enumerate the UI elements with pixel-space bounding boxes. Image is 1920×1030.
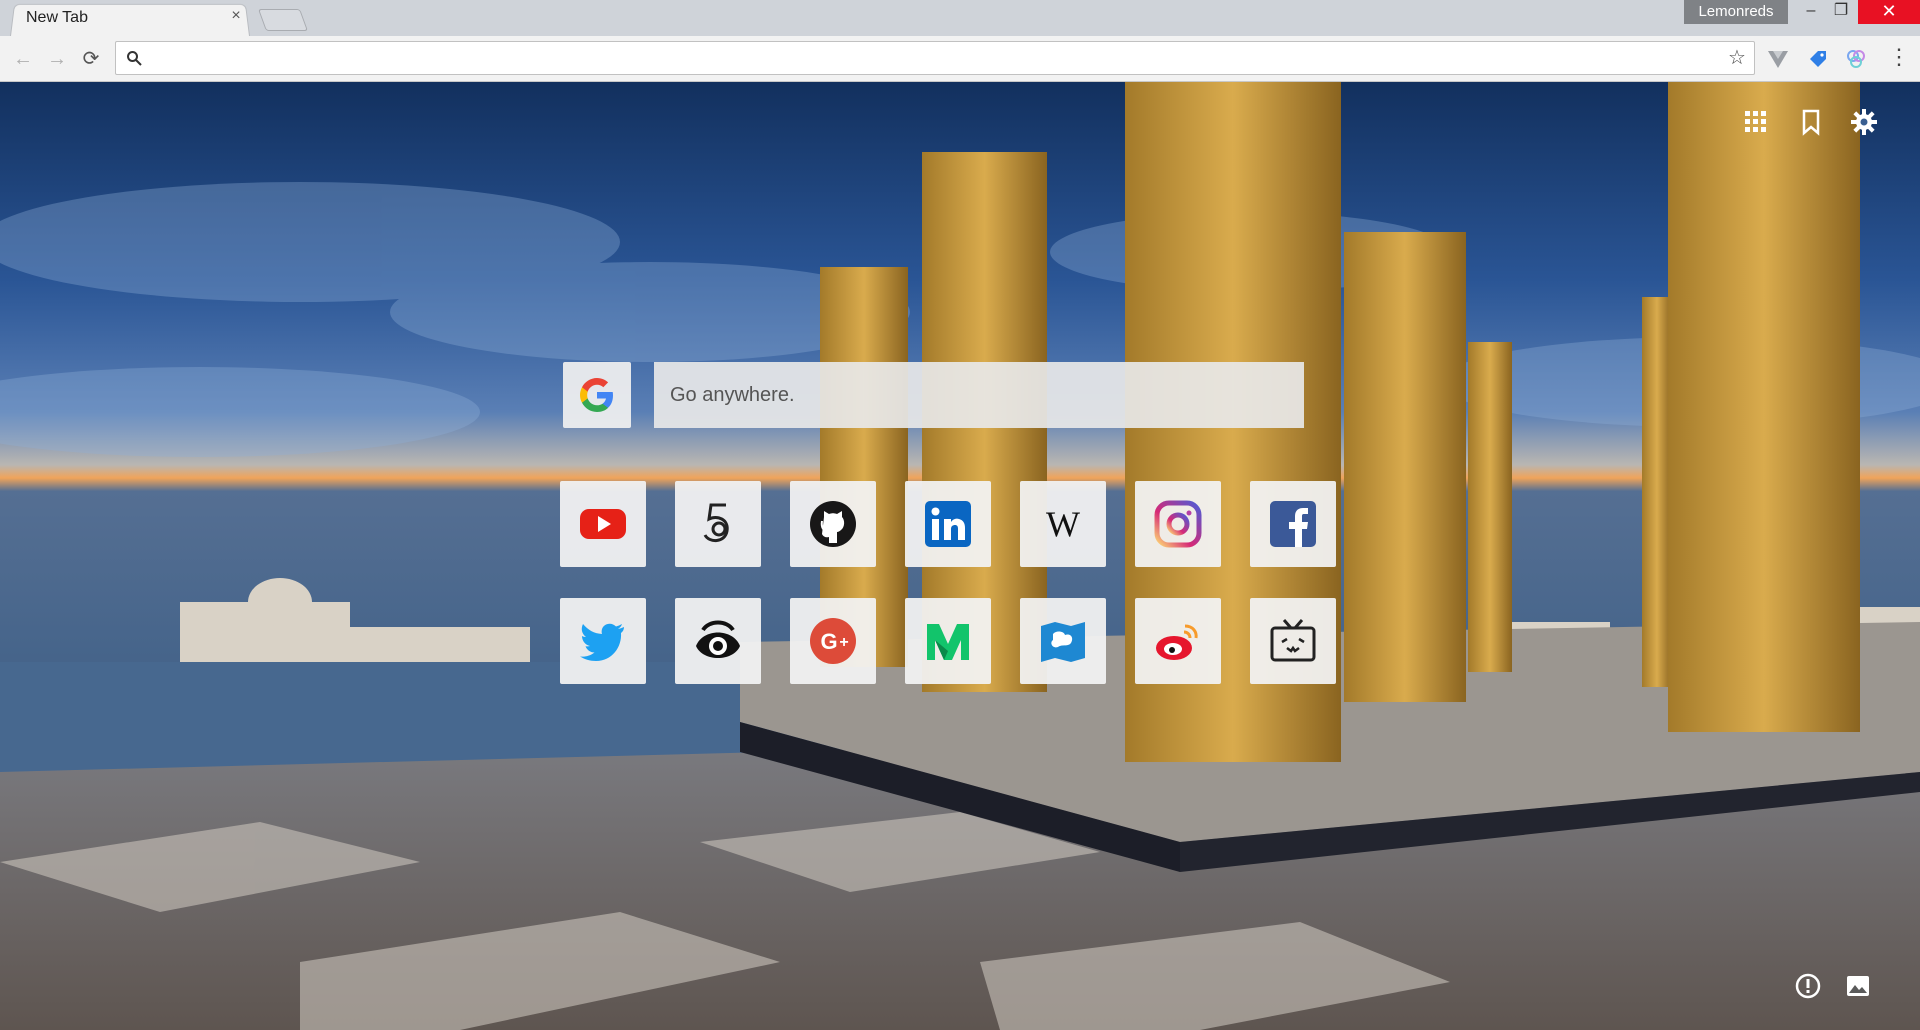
weibo-icon xyxy=(1156,624,1198,660)
tag-extension-icon[interactable] xyxy=(1806,47,1830,71)
shortcut-github[interactable] xyxy=(790,481,876,567)
settings-gear-icon[interactable] xyxy=(1850,108,1878,136)
tv-icon xyxy=(1270,619,1316,662)
google-search-engine-button[interactable] xyxy=(563,362,631,428)
shortcut-weibo[interactable] xyxy=(1135,598,1221,684)
twitter-icon xyxy=(580,623,624,661)
image-icon[interactable] xyxy=(1844,972,1872,1000)
github-icon xyxy=(810,501,856,547)
close-window-button[interactable]: ✕ xyxy=(1858,0,1920,24)
title-bar: New Tab × Lemonreds – ❐ ✕ xyxy=(0,0,1920,36)
back-button[interactable]: ← xyxy=(12,48,34,70)
map-icon xyxy=(1041,622,1085,662)
address-bar[interactable]: ☆ xyxy=(115,41,1755,75)
search-input[interactable] xyxy=(654,362,1304,428)
instagram-icon xyxy=(1154,500,1202,548)
shortcut-wikipedia[interactable]: W xyxy=(1020,481,1106,567)
google-plus-icon: G + xyxy=(810,618,856,664)
shortcut-twitter[interactable] xyxy=(560,598,646,684)
shortcut-google-plus[interactable]: G + xyxy=(790,598,876,684)
svg-text:W: W xyxy=(1046,504,1080,544)
vue-extension-icon[interactable] xyxy=(1766,47,1790,71)
svg-text:G: G xyxy=(820,629,837,654)
wikipedia-icon: W xyxy=(1046,504,1080,544)
new-tab-page: W xyxy=(0,82,1920,1030)
maximize-button[interactable]: ❐ xyxy=(1826,0,1856,24)
star-icon[interactable]: ☆ xyxy=(1728,48,1746,68)
linkedin-icon xyxy=(925,501,971,547)
tab-title[interactable]: New Tab xyxy=(26,9,88,27)
reload-button[interactable]: ⟳ xyxy=(80,48,102,70)
forward-button[interactable]: → xyxy=(46,48,68,70)
bookmark-icon[interactable] xyxy=(1797,108,1825,136)
browser-toolbar: ← → ⟳ ☆ ⋮ xyxy=(0,36,1920,82)
eye-icon xyxy=(696,620,740,658)
500px-icon xyxy=(703,503,729,542)
shortcut-medium[interactable] xyxy=(905,598,991,684)
flower-extension-icon[interactable] xyxy=(1844,47,1868,71)
info-icon[interactable] xyxy=(1794,972,1822,1000)
medium-icon xyxy=(927,624,969,660)
shortcut-map[interactable] xyxy=(1020,598,1106,684)
shortcut-eye[interactable] xyxy=(675,598,761,684)
address-input[interactable] xyxy=(152,46,1716,72)
new-tab-button[interactable] xyxy=(257,9,309,31)
shortcut-linkedin[interactable] xyxy=(905,481,991,567)
browser-menu-button[interactable]: ⋮ xyxy=(1888,46,1910,71)
facebook-icon xyxy=(1270,501,1316,547)
shortcut-youtube[interactable] xyxy=(560,481,646,567)
apps-grid-icon[interactable] xyxy=(1742,108,1770,136)
search-icon xyxy=(127,51,142,66)
profile-button[interactable]: Lemonreds xyxy=(1684,0,1788,24)
minimize-button[interactable]: – xyxy=(1796,0,1826,24)
shortcut-facebook[interactable] xyxy=(1250,481,1336,567)
shortcut-500px[interactable] xyxy=(675,481,761,567)
google-icon xyxy=(580,378,613,412)
shortcut-instagram[interactable] xyxy=(1135,481,1221,567)
tab-close-icon[interactable]: × xyxy=(228,8,244,24)
youtube-icon xyxy=(580,509,626,539)
shortcut-bilibili[interactable] xyxy=(1250,598,1336,684)
svg-text:+: + xyxy=(839,634,848,651)
